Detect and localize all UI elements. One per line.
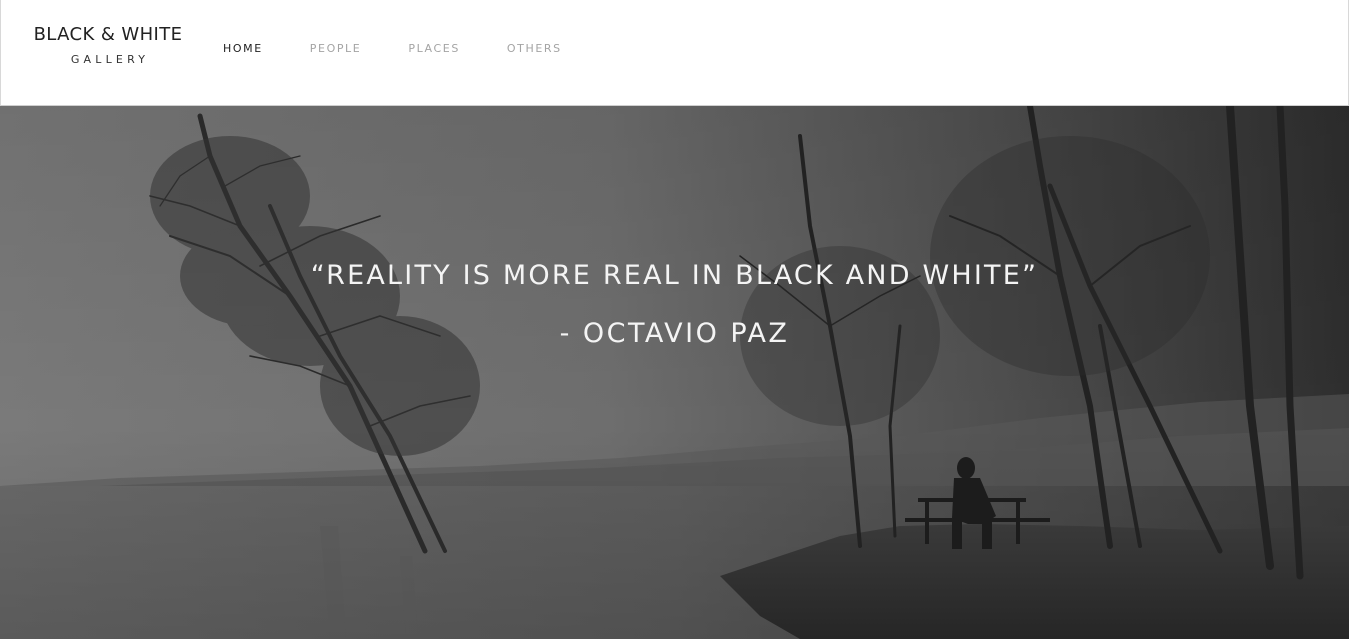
hero-quote-author: - OCTAVIO PAZ [559, 318, 790, 349]
site-header: BLACK & WHITE GALLERY HOME PEOPLE PLACES… [0, 0, 1349, 106]
brand-title: BLACK & WHITE [33, 24, 183, 45]
brand-subtitle: GALLERY [70, 53, 150, 66]
nav-item-places[interactable]: PLACES [408, 41, 460, 57]
hero-background-photo [0, 106, 1349, 639]
main-nav: HOME PEOPLE PLACES OTHERS [223, 41, 562, 57]
nav-item-home[interactable]: HOME [223, 41, 263, 57]
hero-banner: “REALITY IS MORE REAL IN BLACK AND WHITE… [0, 106, 1349, 639]
nav-item-people[interactable]: PEOPLE [310, 41, 362, 57]
hero-quote: “REALITY IS MORE REAL IN BLACK AND WHITE… [310, 260, 1039, 291]
nav-item-others[interactable]: OTHERS [507, 41, 562, 57]
site-logo[interactable]: BLACK & WHITE GALLERY [26, 22, 190, 67]
